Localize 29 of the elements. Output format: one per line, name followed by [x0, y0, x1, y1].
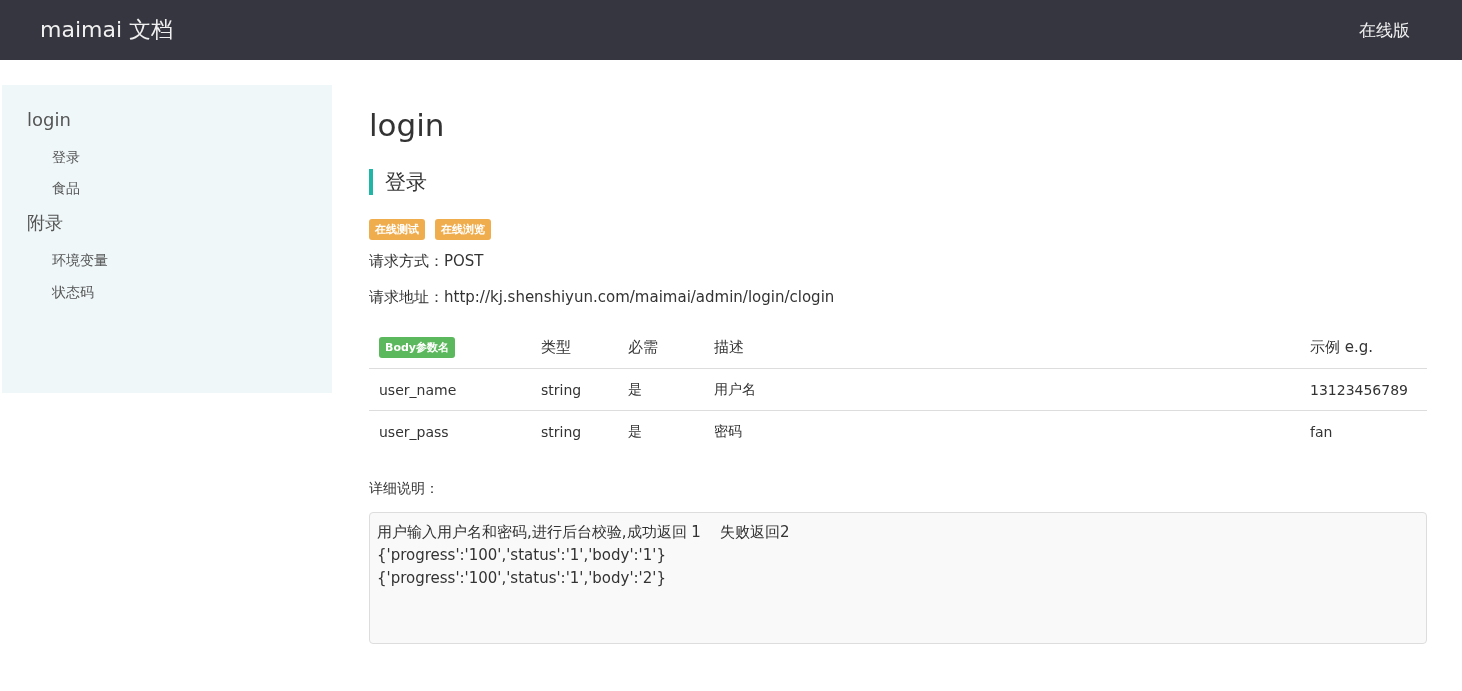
table-cell-text: string	[541, 423, 583, 440]
column-header: 示例 e.g.	[1310, 338, 1375, 358]
table-cell-text: 13123456789	[1310, 381, 1409, 398]
online-version-link[interactable]: 在线版	[1359, 18, 1410, 42]
table-cell-text: 用户名	[714, 380, 757, 399]
sidebar-group-link[interactable]: login	[27, 109, 332, 131]
table-cell-text: 密码	[714, 422, 743, 441]
sidebar-item[interactable]: 状态码	[52, 283, 332, 301]
sidebar-item[interactable]: 登录	[52, 148, 332, 166]
column-header: 必需	[628, 338, 659, 358]
sidebar-item[interactable]: 环境变量	[52, 251, 332, 269]
table-cell-text: fan	[1310, 423, 1334, 440]
page-title: login	[369, 106, 446, 145]
table-cell-text: user_name	[378, 381, 458, 398]
details-box: 用户输入用户名和密码,进行后台校验,成功返回 1 失败返回2 {'progress':'100','status':'1','body':'1'} {'progress':'100','status':'1','body':'2'}	[369, 512, 1427, 645]
column-header: Body参数名	[379, 337, 455, 359]
column-header: 类型	[541, 338, 572, 358]
section-heading: 登录	[369, 169, 1427, 196]
table-cell-text: string	[541, 381, 583, 398]
column-header: 描述	[714, 338, 745, 358]
table-cell-text: user_pass	[378, 423, 450, 440]
request-info: 请求方式：POST	[369, 252, 485, 272]
details-label: 详细说明：	[369, 480, 440, 499]
table-cell-text: 是	[628, 422, 643, 441]
request-info: 请求地址：http://kj.shenshiyun.com/maimai/admin/login/clogin	[369, 287, 836, 308]
sidebar-item[interactable]: 食品	[52, 180, 332, 198]
brand-title: maimai 文档	[40, 16, 174, 44]
table-cell-text: 是	[628, 380, 643, 399]
sidebar-group-link[interactable]: 附录	[27, 212, 332, 234]
